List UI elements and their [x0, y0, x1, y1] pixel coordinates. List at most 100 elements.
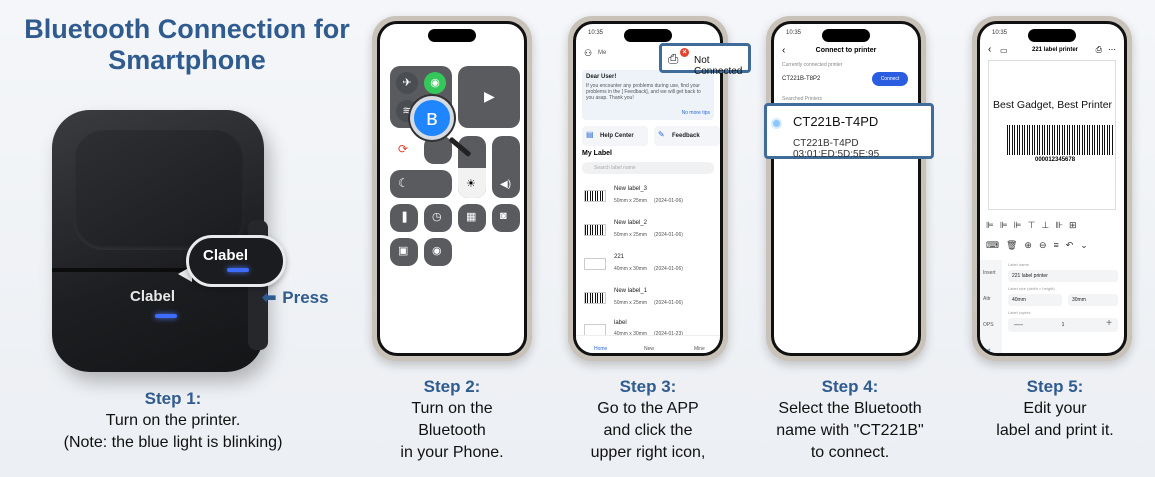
label-canvas[interactable]: Best Gadget, Best Printer 000012345678 — [988, 60, 1116, 210]
label-thumbnail — [584, 224, 606, 236]
side-menu: Insert Attr OPS Set — [980, 260, 1002, 353]
height-input[interactable]: 30mm — [1068, 294, 1118, 306]
step4-line1: Select the Bluetooth — [778, 400, 922, 417]
label-name: 221 — [614, 254, 625, 260]
save-icon[interactable]: ▭ — [1000, 46, 1008, 55]
page-title: Bluetooth Connection for Smartphone — [24, 14, 350, 75]
volume-slider[interactable]: ◀) — [492, 136, 520, 198]
printer-list-item[interactable]: CT221B-T4PD CT221B-T4PD 03:01:ED:5D:5E:9… — [764, 103, 934, 160]
label-name-input[interactable]: 221 label printer — [1008, 270, 1118, 282]
label-name: New label_1 — [614, 288, 648, 294]
qr-scanner-tile[interactable]: ▣ — [390, 238, 418, 266]
phone-step4: 10:35 ‹ Connect to printer Currently con… — [766, 16, 926, 361]
tab-mine[interactable]: Mine — [694, 346, 705, 352]
label-name: New label_3 — [614, 186, 648, 192]
media-tile[interactable]: ▶ — [458, 66, 520, 128]
no-more-tips-link[interactable]: No more tips — [682, 110, 710, 116]
connect-button[interactable]: Connect — [872, 72, 908, 86]
help-center-button[interactable]: ▤ Help Center — [582, 126, 648, 146]
list-item[interactable]: New label_3 50mm x 25mm (2024-01-06) — [584, 184, 712, 210]
barcode-image[interactable] — [1007, 125, 1113, 155]
back-arrow-icon[interactable]: ‹ — [988, 44, 991, 55]
step5-title: Step 5: — [1026, 377, 1084, 396]
width-input[interactable]: 40mm — [1008, 294, 1062, 306]
control-center-screen: 4G 29% ✈ ◉ ≋ ▶ ⟳ ☀ ◀) ☾ ❚ ◷ ▦ ◙ ▣ ◉ — [377, 21, 527, 356]
list-item[interactable]: New label_1 50mm x 25mm (2024-01-06) — [584, 286, 712, 312]
step5-line2: label and print it. — [996, 422, 1114, 439]
printer-icon: ⎙ — [668, 51, 679, 66]
airplane-icon[interactable]: ✈ — [396, 72, 418, 94]
step4-line3: to connect. — [810, 444, 890, 461]
dynamic-island — [822, 29, 870, 42]
screen-title: Connect to printer — [815, 47, 877, 54]
label-name-value: 221 label printer — [1012, 273, 1048, 279]
label-date: (2024-01-06) — [654, 198, 683, 204]
label-size: 40mm x 30mm — [614, 266, 648, 272]
step3-line2: and click the — [603, 422, 693, 439]
feedback-label: Feedback — [672, 133, 700, 139]
zoom-bubble: Clabel — [186, 235, 286, 287]
bluetooth-icon[interactable]: ʙ — [410, 96, 454, 140]
record-icon: ◉ — [432, 245, 442, 257]
width-value: 40mm — [1012, 297, 1026, 303]
timer-tile[interactable]: ◷ — [424, 204, 452, 232]
menu-attr[interactable]: Attr — [983, 296, 991, 302]
bluetooth-device-icon — [771, 118, 782, 129]
printer-brand-logo: Clabel — [130, 288, 176, 305]
currently-connected-caption: Currently connected printer — [782, 62, 843, 68]
menu-insert[interactable]: Insert — [983, 270, 996, 276]
camera-icon: ◙ — [500, 210, 507, 222]
step2-title: Step 2: — [423, 377, 481, 396]
user-icon[interactable]: ⚇ — [584, 48, 592, 59]
calculator-tile[interactable]: ▦ — [458, 204, 486, 232]
label-name: New label_2 — [614, 220, 648, 226]
press-hint: ⬅ Press — [262, 288, 329, 308]
not-connected-button[interactable]: ⎙ × Not Connected — [659, 43, 751, 77]
more-icon[interactable]: ⋯ — [1108, 45, 1116, 54]
record-tile[interactable]: ◉ — [424, 238, 452, 266]
press-label: Press — [282, 288, 329, 307]
cellular-icon[interactable]: ◉ — [424, 72, 446, 94]
edit-toolbar[interactable]: ⌨🗑⊕⊖≡↶⌄ — [986, 240, 1118, 256]
step1-line2: (Note: the blue light is blinking) — [63, 434, 283, 451]
focus-tile[interactable]: ☾ — [390, 170, 452, 198]
my-label-heading: My Label — [582, 150, 612, 157]
time-label: 10:35 — [786, 30, 802, 36]
label-size: 50mm x 25mm — [614, 198, 648, 204]
printer-status-icon[interactable]: ⎙ — [1096, 45, 1102, 55]
label-thumbnail — [584, 258, 606, 270]
list-item[interactable]: 221 40mm x 30mm (2024-01-06) — [584, 252, 712, 278]
rotation-lock-icon[interactable]: ⟳ — [398, 142, 408, 156]
play-icon[interactable]: ▶ — [484, 88, 495, 105]
menu-ops[interactable]: OPS — [983, 322, 994, 328]
connect-printer-screen: 10:35 ‹ Connect to printer Currently con… — [771, 21, 921, 356]
label-size: 50mm x 25mm — [614, 232, 648, 238]
camera-tile[interactable]: ◙ — [492, 204, 520, 232]
plus-icon[interactable]: + — [1106, 318, 1112, 329]
flashlight-tile[interactable]: ❚ — [390, 204, 418, 232]
label-date: (2024-01-06) — [654, 232, 683, 238]
align-toolbar[interactable]: ⊫⊫⊫⊤⊥⊪⊞ — [986, 220, 1118, 236]
step3-title: Step 3: — [619, 377, 677, 396]
label-size: 50mm x 25mm — [614, 300, 648, 306]
bubble-brand-logo: Clabel — [203, 247, 249, 264]
feedback-button[interactable]: ✎ Feedback — [654, 126, 720, 146]
copies-stepper[interactable]: — 1 + — [1008, 318, 1118, 332]
search-input[interactable]: Search label name — [582, 162, 714, 174]
step4-title: Step 4: — [821, 377, 879, 396]
menu-set[interactable]: Set — [983, 348, 991, 353]
timer-icon: ◷ — [432, 211, 442, 223]
tab-home[interactable]: Home — [594, 346, 607, 352]
tab-new[interactable]: New — [644, 346, 654, 352]
list-item[interactable]: New label_2 50mm x 25mm (2024-01-06) — [584, 218, 712, 244]
label-name-caption: Label name — [1008, 262, 1029, 267]
step4-line2: name with "CT221B" — [776, 422, 924, 439]
label-text[interactable]: Best Gadget, Best Printer — [993, 99, 1112, 111]
step5-caption: Step 5: Edit your label and print it. — [970, 376, 1140, 442]
bubble-led — [227, 268, 249, 272]
notice-title: Dear User! — [586, 74, 617, 80]
speaker-icon: ◀) — [500, 179, 512, 190]
time-label: 10:35 — [588, 30, 604, 36]
step3-line3: upper right icon, — [590, 444, 706, 461]
rotation-lock-tile[interactable]: ⟳ — [390, 136, 418, 164]
